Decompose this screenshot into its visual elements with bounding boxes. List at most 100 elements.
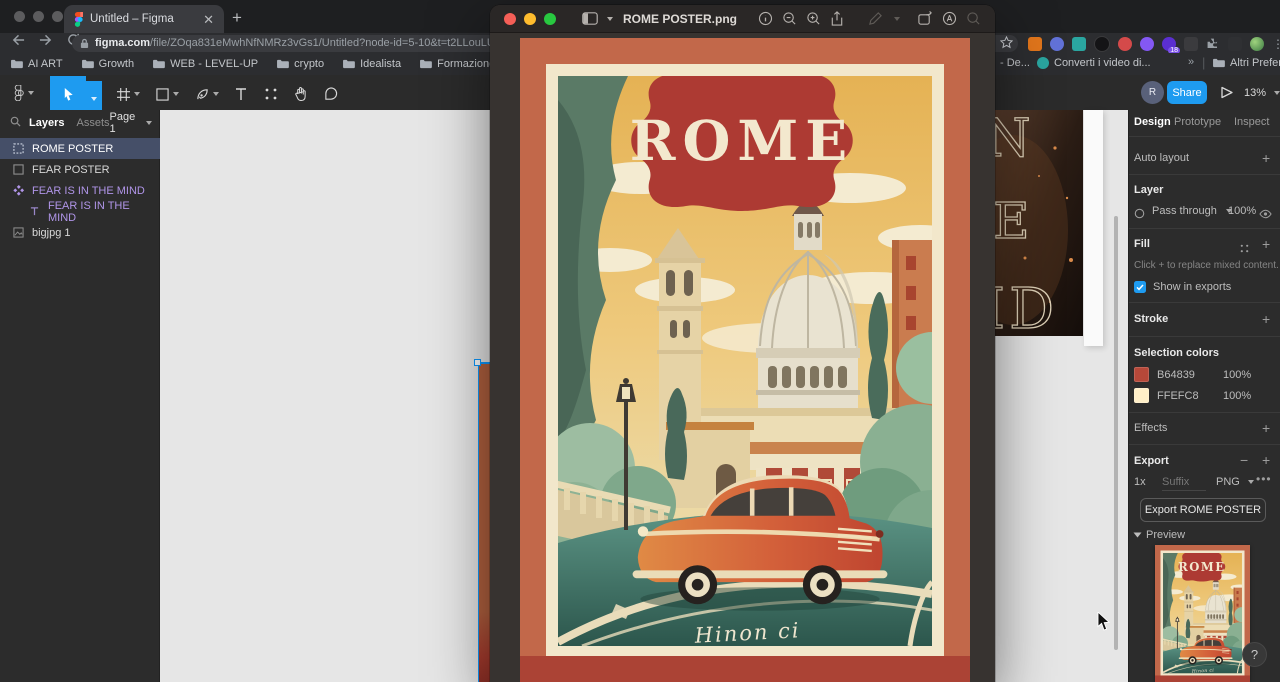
bookmark-folder[interactable]: Formazione <box>419 58 495 70</box>
share-icon[interactable] <box>825 11 849 27</box>
tab-design[interactable]: Design <box>1134 116 1171 128</box>
browser-tab[interactable]: Untitled – Figma ✕ <box>64 5 224 33</box>
effects-add-icon[interactable]: + <box>1262 421 1270 435</box>
hand-tool[interactable] <box>288 76 313 111</box>
help-button[interactable]: ? <box>1242 642 1267 667</box>
window-close-icon[interactable] <box>14 11 25 22</box>
extension-icon[interactable] <box>1184 37 1198 51</box>
user-avatar[interactable]: R <box>1141 81 1164 104</box>
window-controls[interactable] <box>14 9 71 27</box>
tab-assets[interactable]: Assets <box>76 117 109 129</box>
color-hex[interactable]: FFEFC8 <box>1157 390 1215 402</box>
visibility-eye-icon[interactable] <box>1259 206 1272 224</box>
layer-row-image[interactable]: bigjpg 1 <box>0 222 160 243</box>
preview-disclosure[interactable]: Preview <box>1135 529 1185 541</box>
export-suffix-input[interactable] <box>1162 474 1206 491</box>
color-opacity[interactable]: 100% <box>1223 369 1251 381</box>
window-minimize-icon[interactable] <box>33 11 44 22</box>
info-icon[interactable] <box>753 11 777 26</box>
forward-icon[interactable] <box>39 34 52 46</box>
layer-row-rome-poster[interactable]: ROME POSTER <box>0 138 160 159</box>
layer-name: FEAR IS IN THE MIND <box>32 185 145 197</box>
move-tool[interactable] <box>50 76 86 111</box>
page-selector[interactable]: Page 1 <box>110 111 153 135</box>
selection-handle[interactable] <box>474 359 481 366</box>
fear-poster-frame[interactable] <box>1084 110 1103 346</box>
export-scale[interactable]: 1x <box>1134 476 1146 488</box>
bookmark-item-cut[interactable]: - De... <box>1000 57 1030 69</box>
blend-mode-icon[interactable] <box>1134 206 1145 224</box>
text-tool[interactable] <box>229 77 253 112</box>
preview-window-titlebar[interactable]: ROME POSTER.png <box>490 5 995 33</box>
new-tab-button[interactable]: + <box>232 9 242 26</box>
fill-styles-icon[interactable] <box>1240 240 1249 258</box>
other-bookmarks-folder[interactable]: Altri Preferiti <box>1212 57 1280 69</box>
sidebar-toggle[interactable] <box>582 12 613 25</box>
color-swatch[interactable] <box>1134 388 1149 403</box>
zoom-select[interactable]: 13% <box>1244 81 1280 104</box>
browser-menu-icon[interactable]: ⋮ <box>1272 37 1280 51</box>
search-icon[interactable] <box>10 116 21 130</box>
bookmark-folder[interactable]: WEB - LEVEL-UP <box>152 58 258 70</box>
extension-icon[interactable] <box>1028 37 1042 51</box>
canvas-scrollbar[interactable] <box>1114 216 1118 650</box>
export-add-icon[interactable]: + <box>1262 453 1270 467</box>
rotate-icon[interactable] <box>913 11 937 26</box>
layer-row-text[interactable]: FEAR IS IN THE MIND <box>0 201 160 222</box>
bookmark-star-icon[interactable] <box>1000 36 1013 54</box>
color-hex[interactable]: B64839 <box>1157 369 1215 381</box>
zoom-out-icon[interactable] <box>777 11 801 26</box>
color-swatch[interactable] <box>1134 367 1149 382</box>
window-zoom-icon[interactable] <box>52 11 63 22</box>
fill-add-icon[interactable]: + <box>1262 237 1270 251</box>
profile-avatar[interactable] <box>1250 37 1264 51</box>
resources-tool[interactable] <box>258 76 284 111</box>
tab-inspect[interactable]: Inspect <box>1234 116 1269 128</box>
search-icon[interactable] <box>961 11 985 26</box>
color-opacity[interactable]: 100% <box>1223 390 1251 402</box>
extension-icon[interactable] <box>1094 36 1110 52</box>
auto-layout-add-icon[interactable]: + <box>1262 151 1270 165</box>
tab-layers[interactable]: Layers <box>29 117 64 129</box>
zoom-window-icon[interactable] <box>544 13 556 25</box>
show-in-exports-row[interactable]: Show in exports <box>1134 281 1231 293</box>
export-format-select[interactable]: PNG <box>1216 476 1254 488</box>
present-button[interactable] <box>1220 86 1234 104</box>
share-button[interactable]: Share <box>1167 81 1207 104</box>
layer-row-component[interactable]: FEAR IS IN THE MIND <box>0 180 160 201</box>
tab-close-icon[interactable]: ✕ <box>201 11 216 28</box>
layer-opacity-value[interactable]: 100% <box>1228 205 1256 217</box>
shape-tool[interactable] <box>150 77 185 112</box>
layer-row-fear-poster[interactable]: FEAR POSTER <box>0 159 160 180</box>
extension-icon[interactable] <box>1140 37 1154 51</box>
bookmark-folder[interactable]: Idealista <box>342 58 401 70</box>
checkbox-checked-icon[interactable] <box>1134 281 1146 293</box>
bookmark-item-converti[interactable]: Converti i video di... <box>1037 57 1151 69</box>
bookmarks-overflow-icon[interactable]: » <box>1188 56 1194 68</box>
blend-mode-select[interactable]: Pass through <box>1152 205 1232 217</box>
figma-main-menu[interactable] <box>6 75 40 110</box>
close-icon[interactable] <box>504 13 516 25</box>
extensions-puzzle-icon[interactable] <box>1206 37 1220 51</box>
minimize-icon[interactable] <box>524 13 536 25</box>
annotate-icon[interactable] <box>937 11 961 26</box>
bookmark-folder[interactable]: Growth <box>81 58 134 70</box>
extension-icon[interactable] <box>1050 37 1064 51</box>
export-more-icon[interactable]: ••• <box>1256 472 1272 486</box>
pen-tool[interactable] <box>190 77 225 112</box>
stroke-add-icon[interactable]: + <box>1262 312 1270 326</box>
export-button[interactable]: Export ROME POSTER <box>1140 498 1266 522</box>
tab-prototype[interactable]: Prototype <box>1174 116 1221 128</box>
bookmark-folder[interactable]: AI ART <box>10 58 63 70</box>
extension-icon[interactable] <box>1228 37 1242 51</box>
export-remove-icon[interactable]: − <box>1240 453 1248 467</box>
zoom-in-icon[interactable] <box>801 11 825 26</box>
extension-icon[interactable] <box>1118 37 1132 51</box>
bookmark-folder[interactable]: crypto <box>276 58 324 70</box>
comment-tool[interactable] <box>318 76 344 111</box>
fear-poster-object[interactable]: N E ID <box>995 110 1083 336</box>
back-icon[interactable] <box>12 34 25 46</box>
extension-icon[interactable] <box>1072 37 1086 51</box>
extension-icon-with-badge[interactable]: 18 <box>1162 37 1176 51</box>
frame-tool[interactable] <box>111 77 146 112</box>
